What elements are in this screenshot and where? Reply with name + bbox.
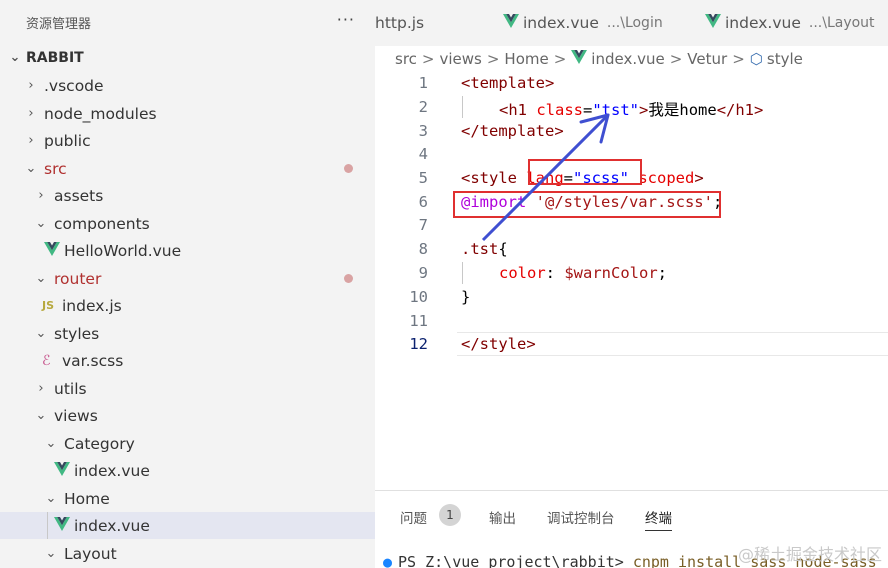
vue-file-icon [54,516,70,535]
vue-file-icon [44,241,60,260]
tree-item-src[interactable]: ⌄ src [0,155,375,182]
tree-item-components[interactable]: ⌄ components [0,210,375,237]
breadcrumb: src > views > Home > index.vue > Vetur >… [395,48,803,70]
chevron-down-icon: ⌄ [45,436,57,451]
tab-output[interactable]: 输出 [489,507,516,527]
chevron-right-icon: › [28,133,34,148]
js-file-icon: JS [42,299,55,312]
modified-dot [344,164,353,173]
tab-label: index.vue [523,14,599,32]
tree-item-label: assets [54,186,104,205]
breadcrumb-item[interactable]: Home [504,50,548,68]
tree-item-label: components [54,214,150,233]
tree-item-category[interactable]: ⌄ Category [0,430,375,457]
tree-item-label: index.vue [74,516,150,535]
chevron-right-icon: › [28,106,34,121]
tree-item-label: Home [64,489,110,508]
tab-http-js[interactable]: http.js [375,0,424,46]
tree-item-helloworld[interactable]: HelloWorld.vue [0,237,375,264]
chevron-down-icon: ⌄ [35,326,47,341]
tab-login-index[interactable]: index.vue ...\Login [503,0,663,46]
chevron-down-icon: ⌄ [9,50,21,65]
tree-item-label: utils [54,379,87,398]
chevron-right-icon: › [28,78,34,93]
problem-count-badge: 1 [439,504,461,526]
tree-item-public[interactable]: › public [0,127,375,154]
tab-problems[interactable]: 问题 [400,507,427,527]
modified-dot [344,274,353,283]
vue-file-icon [571,50,588,68]
editor-tabs: http.js index.vue ...\Login index.vue ..… [375,0,888,46]
breadcrumb-separator: > [553,50,567,68]
tree-item-label: HelloWorld.vue [64,241,182,260]
bottom-panel: 问题 1 输出 调试控制台 终端 ● PS Z:\vue_project\rabb… [375,490,888,568]
breadcrumb-item[interactable]: Vetur [687,50,727,68]
tree-item-label: Layout [64,544,117,563]
tree-item-var-scss[interactable]: ℰ var.scss [0,347,375,374]
vue-file-icon [705,14,721,32]
tree-item-label: src [44,159,67,178]
tree-item-label: router [54,269,102,288]
tab-terminal[interactable]: 终端 [645,507,672,531]
more-actions-icon[interactable]: ··· [337,10,355,29]
explorer-sidebar: 资源管理器 ··· ⌄ RABBIT › .vscode › node_modu… [0,0,375,568]
breadcrumb-item[interactable]: src [395,50,417,68]
tree-item-label: views [54,406,98,425]
breadcrumb-item[interactable]: index.vue [591,50,664,68]
code-editor[interactable]: 1 2 3 4 5 6 7 8 9 10 11 12 <template> <h… [375,70,888,490]
chevron-right-icon: › [38,188,44,203]
explorer-title: 资源管理器 [26,16,92,32]
chevron-down-icon: ⌄ [35,216,47,231]
tree-item-views[interactable]: ⌄ views [0,402,375,429]
tree-item-router[interactable]: ⌄ router [0,265,375,292]
tree-item-label: styles [54,324,100,343]
tree-item-layout[interactable]: ⌄ Layout [0,540,375,567]
tab-description: ...\Login [606,15,663,31]
chevron-down-icon: ⌄ [35,408,47,423]
project-name: RABBIT [26,49,84,66]
tree-item-utils[interactable]: › utils [0,375,375,402]
breadcrumb-separator: > [732,50,745,68]
tab-label: http.js [375,14,425,32]
breadcrumb-separator: > [486,50,500,68]
chevron-down-icon: ⌄ [35,271,47,286]
breadcrumb-separator: > [421,50,435,68]
tree-item-label: index.js [62,296,122,315]
tab-layout-index[interactable]: index.vue ...\Layout [705,0,875,46]
tree-item-label: var.scss [62,351,124,370]
breadcrumb-item[interactable]: style [767,50,803,68]
watermark: @稀土掘金技术社区 [737,545,882,564]
terminal-status-icon: ● [383,553,393,568]
chevron-down-icon: ⌄ [45,491,57,506]
tree-item-label: node_modules [44,104,157,123]
breadcrumb-item[interactable]: views [439,50,481,68]
tree-item-label: .vscode [44,76,104,95]
cube-icon: ⬡ [749,50,763,68]
chevron-down-icon: ⌄ [45,546,57,561]
tree-item-home[interactable]: ⌄ Home [0,485,375,512]
tab-debug-console[interactable]: 调试控制台 [547,507,615,527]
tree-item-category-index[interactable]: index.vue [0,457,375,484]
chevron-right-icon: › [38,381,44,396]
vue-file-icon [503,14,519,32]
scss-file-icon: ℰ [42,352,51,369]
tree-item-styles[interactable]: ⌄ styles [0,320,375,347]
project-root[interactable]: ⌄ RABBIT [0,44,375,71]
terminal-prompt: PS Z:\vue_project\rabbit> [398,553,624,568]
tree-item-router-index[interactable]: JS index.js [0,292,375,319]
chevron-down-icon: ⌄ [25,161,37,176]
indent-guide [47,512,48,539]
tree-item-label: public [44,131,91,150]
tree-item-vscode[interactable]: › .vscode [0,72,375,99]
tree-item-home-index[interactable]: index.vue [0,512,375,539]
tree-item-label: index.vue [74,461,150,480]
tree-item-assets[interactable]: › assets [0,182,375,209]
tab-description: ...\Layout [808,15,875,31]
vue-file-icon [54,461,70,480]
tree-item-label: Category [64,434,135,453]
annotation-arrow-icon [481,113,610,242]
tab-label: index.vue [725,14,801,32]
breadcrumb-separator: > [669,50,683,68]
tree-item-node-modules[interactable]: › node_modules [0,100,375,127]
